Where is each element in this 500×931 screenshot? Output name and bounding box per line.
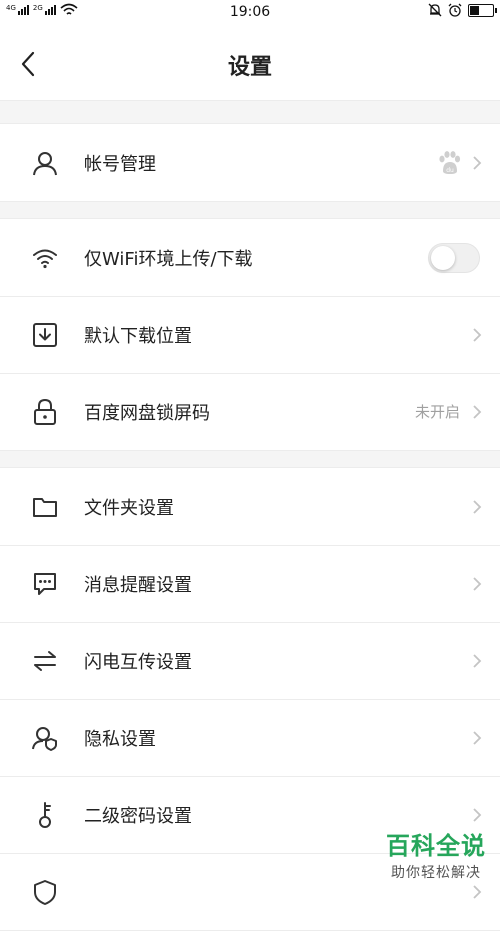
setting-label: 默认下载位置 bbox=[84, 325, 192, 347]
toggle-knob bbox=[431, 245, 455, 270]
lock-icon bbox=[30, 397, 60, 427]
setting-flash-transfer[interactable]: 闪电互传设置 bbox=[0, 622, 500, 699]
watermark: 百科全说 助你轻松解决 bbox=[386, 826, 486, 882]
setting-label: 百度网盘锁屏码 bbox=[84, 402, 210, 424]
bell-off-icon bbox=[428, 3, 442, 17]
setting-privacy[interactable]: 隐私设置 bbox=[0, 699, 500, 776]
setting-folder[interactable]: 文件夹设置 bbox=[0, 468, 500, 545]
chevron-right-icon bbox=[470, 153, 484, 173]
watermark-subtitle: 助你轻松解决 bbox=[391, 865, 481, 881]
setting-label: 消息提醒设置 bbox=[84, 574, 192, 596]
setting-default-download-location[interactable]: 默认下载位置 bbox=[0, 296, 500, 373]
status-bar: 4G 2G 19:06 bbox=[0, 0, 500, 26]
setting-label: 隐私设置 bbox=[84, 728, 156, 750]
alarm-icon bbox=[448, 3, 462, 17]
folder-icon bbox=[30, 492, 60, 522]
chevron-right-icon bbox=[470, 402, 484, 422]
lock-screen-status: 未开启 bbox=[414, 403, 460, 421]
baidu-paw-logo: du bbox=[439, 151, 461, 174]
section-gap bbox=[0, 101, 500, 123]
setting-label: 仅WiFi环境上传/下载 bbox=[84, 248, 253, 270]
svg-text:du: du bbox=[446, 167, 454, 174]
transfer-icon bbox=[30, 646, 60, 676]
privacy-icon bbox=[30, 723, 60, 753]
message-icon bbox=[30, 569, 60, 599]
settings-group-transfer: 仅WiFi环境上传/下载 默认下载位置 百度网盘锁屏码 未开启 bbox=[0, 218, 500, 451]
system-indicators bbox=[428, 3, 497, 17]
chevron-right-icon bbox=[470, 574, 484, 594]
chevron-right-icon bbox=[470, 882, 484, 902]
setting-label: 文件夹设置 bbox=[84, 497, 174, 519]
section-gap bbox=[0, 202, 500, 218]
settings-group-account: 帐号管理 du bbox=[0, 123, 500, 202]
download-icon bbox=[30, 320, 60, 350]
watermark-title: 百科全说 bbox=[386, 832, 486, 860]
key-icon bbox=[30, 800, 60, 830]
setting-label: 帐号管理 bbox=[84, 153, 156, 175]
user-icon bbox=[30, 148, 60, 178]
chevron-right-icon bbox=[470, 651, 484, 671]
setting-message-notification[interactable]: 消息提醒设置 bbox=[0, 545, 500, 622]
chevron-right-icon bbox=[470, 728, 484, 748]
setting-lock-screen-code[interactable]: 百度网盘锁屏码 未开启 bbox=[0, 373, 500, 450]
title-bar: 设置 bbox=[0, 26, 500, 101]
wifi-only-toggle[interactable] bbox=[428, 242, 480, 273]
setting-label: 二级密码设置 bbox=[84, 805, 192, 827]
chevron-right-icon bbox=[470, 497, 484, 517]
setting-label: 闪电互传设置 bbox=[84, 651, 192, 673]
battery-icon bbox=[468, 3, 497, 17]
section-gap bbox=[0, 451, 500, 467]
clock: 19:06 bbox=[229, 4, 271, 20]
page-title: 设置 bbox=[227, 55, 272, 80]
setting-account-management[interactable]: 帐号管理 du bbox=[0, 124, 500, 201]
shield-icon bbox=[30, 877, 60, 907]
chevron-right-icon bbox=[470, 325, 484, 345]
setting-wifi-only[interactable]: 仅WiFi环境上传/下载 bbox=[0, 219, 500, 296]
chevron-right-icon bbox=[470, 805, 484, 825]
wifi-icon bbox=[30, 243, 60, 273]
